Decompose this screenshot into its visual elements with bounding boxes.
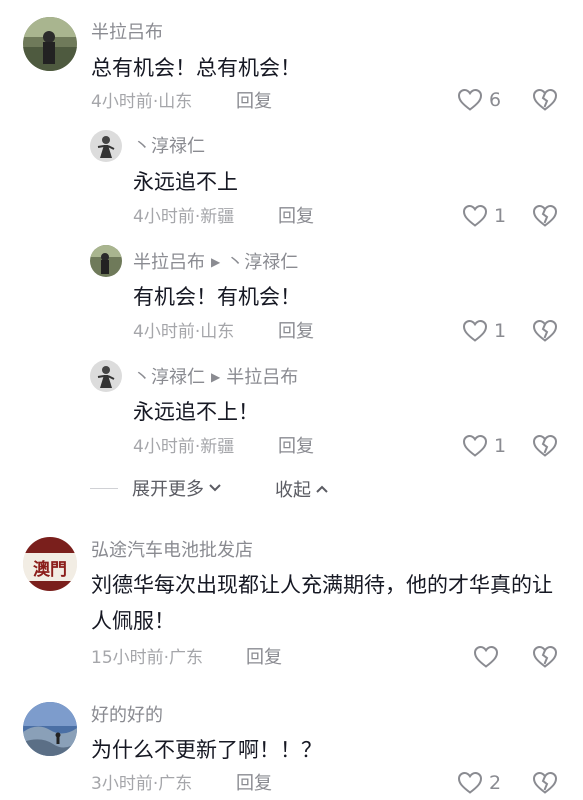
reply-button[interactable]: 回复: [278, 435, 314, 459]
avatar[interactable]: [90, 130, 122, 162]
chevron-down-icon: [209, 484, 221, 492]
like-count: 6: [489, 89, 502, 111]
broken-heart-icon: [532, 434, 558, 457]
reply-meta: 4小时前·新疆: [133, 437, 235, 457]
reply-target[interactable]: 丶淳禄仁: [226, 252, 298, 273]
comment-username[interactable]: 好的好的: [91, 704, 163, 728]
dislike-button[interactable]: [532, 645, 558, 673]
avatar[interactable]: [23, 17, 77, 71]
avatar[interactable]: [23, 702, 77, 756]
collapse-button[interactable]: 收起: [275, 476, 329, 502]
dislike-button[interactable]: [532, 204, 558, 232]
heart-icon: [462, 204, 488, 227]
broken-heart-icon: [532, 204, 558, 227]
reply-button[interactable]: 回复: [236, 90, 272, 114]
reply-arrow-icon: ▶: [211, 370, 221, 384]
reply-button[interactable]: 回复: [278, 205, 314, 229]
reply-target[interactable]: 半拉吕布: [226, 367, 298, 388]
reply-arrow-icon: ▶: [211, 255, 221, 269]
heart-icon: [457, 88, 483, 111]
comment-meta: 3小时前·广东: [91, 774, 193, 794]
dislike-button[interactable]: [532, 771, 558, 799]
comment-username[interactable]: 弘途汽车电池批发店: [91, 539, 253, 563]
avatar-photo-icon: [90, 360, 122, 392]
like-count: 2: [489, 772, 502, 794]
dislike-button[interactable]: [532, 434, 558, 462]
dislike-button[interactable]: [532, 319, 558, 347]
collapse-label: 收起: [275, 480, 311, 501]
like-button[interactable]: 2: [457, 771, 501, 795]
like-count: 1: [494, 205, 507, 227]
reply-username: 半拉吕布 ▶ 丶淳禄仁: [133, 250, 298, 275]
reply-text: 永远追不上: [133, 170, 238, 194]
avatar[interactable]: [90, 360, 122, 392]
avatar-sign-text: 澳門: [33, 559, 67, 580]
reply-meta: 4小时前·新疆: [133, 207, 235, 227]
broken-heart-icon: [532, 319, 558, 342]
reply-text: 永远追不上！: [133, 400, 259, 424]
reply-button[interactable]: 回复: [236, 772, 272, 796]
shop-sign-avatar-icon: 澳門: [23, 537, 77, 591]
comment-username[interactable]: 半拉吕布: [91, 21, 163, 45]
landscape-avatar-icon: [23, 702, 77, 756]
like-button[interactable]: 1: [462, 204, 506, 228]
like-button[interactable]: [473, 645, 505, 669]
comment-meta: 15小时前·广东: [91, 648, 204, 668]
broken-heart-icon: [532, 88, 558, 111]
heart-icon: [457, 771, 483, 794]
reply-button[interactable]: 回复: [278, 320, 314, 344]
reply-username: 丶淳禄仁 ▶ 半拉吕布: [133, 365, 298, 390]
avatar[interactable]: 澳門: [23, 537, 77, 591]
like-button[interactable]: 1: [462, 434, 506, 458]
broken-heart-icon: [532, 645, 558, 668]
heart-icon: [473, 645, 499, 668]
heart-icon: [462, 434, 488, 457]
like-count: 1: [494, 435, 507, 457]
expand-more-button[interactable]: 展开更多: [132, 475, 222, 501]
avatar[interactable]: [90, 245, 122, 277]
like-count: 1: [494, 320, 507, 342]
expand-more-label: 展开更多: [132, 479, 204, 500]
reply-username[interactable]: 丶淳禄仁: [133, 135, 205, 159]
avatar-photo-icon: [90, 130, 122, 162]
comment-text: 为什么不更新了啊！！？: [91, 738, 322, 762]
broken-heart-icon: [532, 771, 558, 794]
comment-meta: 4小时前·山东: [91, 92, 193, 112]
reply-meta: 4小时前·山东: [133, 322, 235, 342]
like-button[interactable]: 1: [462, 319, 506, 343]
comment-text: 刘德华每次出现都让人充满期待，他的才华真的让人佩服！: [91, 573, 553, 633]
chevron-up-icon: [316, 485, 328, 493]
divider: [90, 487, 118, 489]
reply-author[interactable]: 丶淳禄仁: [133, 367, 205, 388]
reply-button[interactable]: 回复: [246, 646, 282, 670]
reply-author[interactable]: 半拉吕布: [133, 252, 205, 273]
avatar-photo-icon: [23, 17, 77, 71]
avatar-photo-icon: [90, 245, 122, 277]
like-button[interactable]: 6: [457, 88, 501, 112]
expand-row: 展开更多: [90, 476, 222, 500]
dislike-button[interactable]: [532, 88, 558, 116]
reply-text: 有机会！有机会！: [133, 285, 301, 309]
heart-icon: [462, 319, 488, 342]
comment-text: 总有机会！总有机会！: [91, 56, 301, 80]
